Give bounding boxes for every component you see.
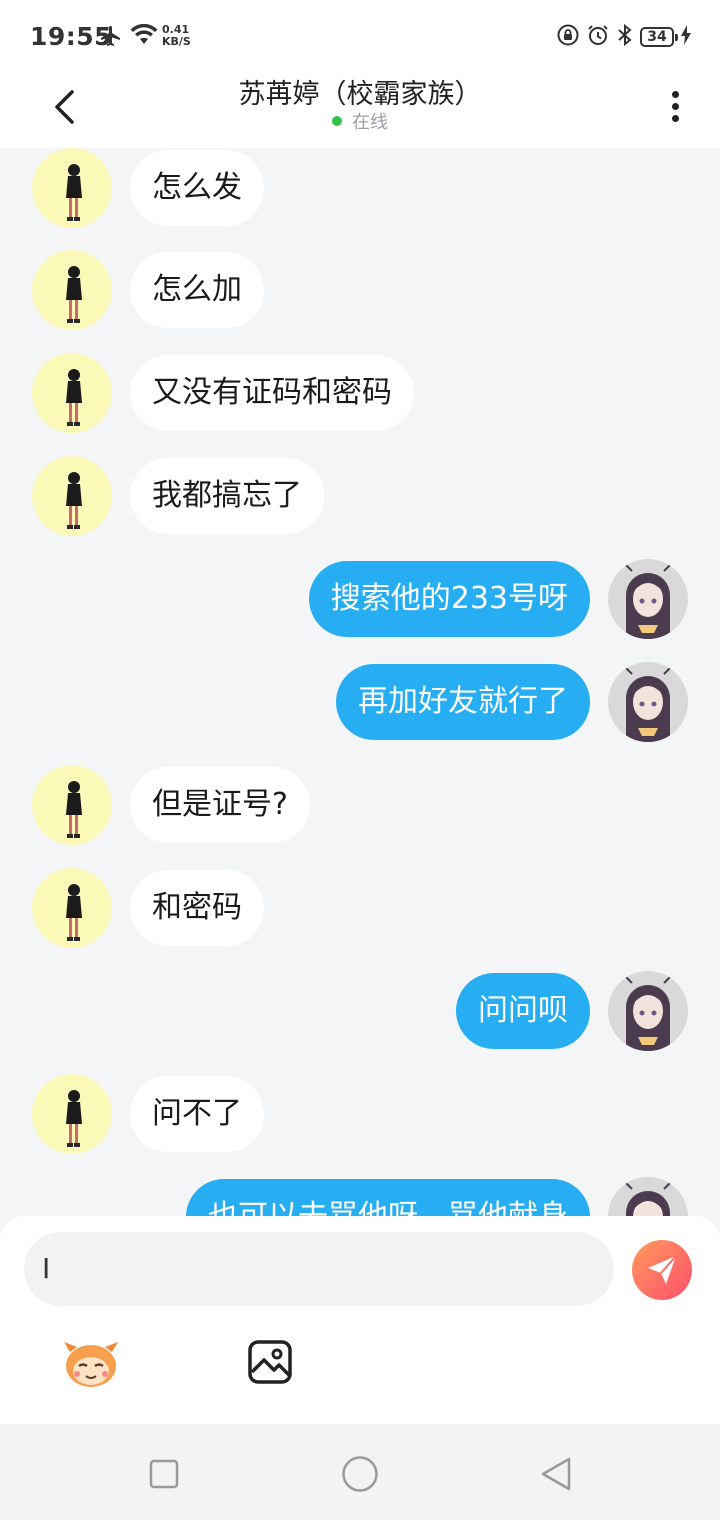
battery-level: 34 (647, 29, 667, 45)
more-vertical-icon-dot (671, 102, 679, 110)
alarm-icon (586, 23, 610, 51)
message-row-incoming: 我都搞忘了 (0, 456, 720, 536)
more-vertical-icon-dot (671, 114, 679, 122)
image-icon (248, 1340, 292, 1384)
more-vertical-icon-dot (671, 90, 679, 98)
message-row-incoming: 怎么加 (0, 250, 720, 330)
message-bubble[interactable]: 怎么加 (130, 252, 264, 328)
network-speed: 0.41 KB/S (162, 24, 191, 48)
message-bubble[interactable]: 也可以去骂他呀，骂他献身 (186, 1179, 590, 1216)
home-button[interactable] (340, 1454, 380, 1494)
battery-indicator: 34 (640, 27, 678, 47)
contact-avatar[interactable] (32, 765, 112, 845)
message-row-outgoing: 再加好友就行了 (0, 662, 720, 742)
contact-avatar[interactable] (32, 1074, 112, 1154)
recent-apps-button[interactable] (144, 1454, 184, 1494)
message-bubble[interactable]: 再加好友就行了 (336, 664, 590, 740)
message-row-incoming: 和密码 (0, 868, 720, 948)
bluetooth-icon (616, 23, 634, 51)
contact-avatar[interactable] (32, 148, 112, 228)
my-avatar[interactable] (608, 559, 688, 639)
message-bubble[interactable]: 和密码 (130, 870, 264, 946)
contact-avatar[interactable] (32, 456, 112, 536)
message-row-outgoing: 搜索他的233号呀 (0, 559, 720, 639)
message-row-incoming: 问不了 (0, 1074, 720, 1154)
message-bubble[interactable]: 问问呗 (456, 973, 590, 1049)
my-avatar[interactable] (608, 971, 688, 1051)
presence-status: 在线 (0, 108, 720, 134)
recent-apps-square-icon (149, 1459, 179, 1489)
message-bubble[interactable]: 又没有证码和密码 (130, 355, 414, 431)
more-options-button[interactable] (660, 80, 690, 132)
system-navigation-bar (0, 1424, 720, 1520)
message-bubble[interactable]: 搜索他的233号呀 (308, 561, 590, 637)
message-row-incoming: 又没有证码和密码 (0, 353, 720, 433)
wifi-icon (129, 23, 159, 52)
chat-header: 苏苒婷（校霸家族） 在线 (0, 72, 720, 148)
send-button[interactable] (632, 1240, 692, 1300)
message-bubble[interactable]: 我都搞忘了 (130, 458, 324, 534)
paper-plane-icon (648, 1255, 677, 1284)
message-row-incoming: 但是证号? (0, 765, 720, 845)
contact-avatar[interactable] (32, 353, 112, 433)
message-list[interactable]: 怎么发 怎么加 又没有证码和密码 我都搞忘了 搜索他的233号呀 再加好友就行了 (0, 148, 720, 1216)
online-dot (332, 116, 342, 126)
message-row-incoming: 怎么发 (0, 148, 720, 228)
speed-unit: KB/S (162, 35, 191, 48)
my-avatar[interactable] (608, 662, 688, 742)
message-bubble[interactable]: 怎么发 (130, 150, 264, 226)
lock-rotation-icon (556, 23, 580, 51)
message-composer: I (0, 1216, 720, 1424)
message-bubble[interactable]: 但是证号? (130, 767, 310, 843)
contact-avatar[interactable] (32, 250, 112, 330)
presence-label: 在线 (352, 112, 388, 133)
contact-avatar[interactable] (32, 868, 112, 948)
airplane-icon (99, 24, 123, 52)
image-picker-button[interactable] (246, 1338, 294, 1386)
contact-name: 苏苒婷（校霸家族） (238, 79, 482, 110)
message-row-outgoing: 也可以去骂他呀，骂他献身 (0, 1177, 720, 1216)
my-avatar[interactable] (608, 1177, 688, 1216)
emoji-sticker-button[interactable] (62, 1338, 120, 1390)
charging-icon (680, 24, 692, 50)
status-bar: 19:55 0.41 KB/S 34 (0, 0, 720, 72)
home-circle-icon (342, 1456, 378, 1492)
message-bubble[interactable]: 问不了 (130, 1076, 264, 1152)
back-triangle-icon (541, 1457, 571, 1491)
mascot-emoji-icon (64, 1342, 118, 1387)
nav-back-button[interactable] (536, 1454, 576, 1494)
message-input[interactable]: I (24, 1232, 614, 1306)
message-row-outgoing: 问问呗 (0, 971, 720, 1051)
